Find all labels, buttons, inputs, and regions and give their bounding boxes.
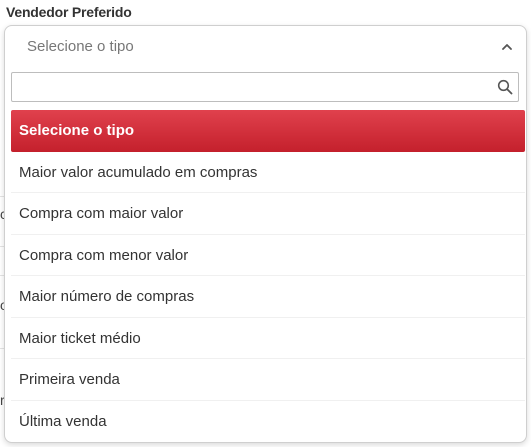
select-current-value: Selecione o tipo: [27, 38, 134, 55]
field-label: Vendedor Preferido: [6, 4, 132, 20]
search-input[interactable]: [12, 73, 492, 101]
search-icon[interactable]: [497, 79, 513, 95]
vendor-type-select[interactable]: Selecione o tipo Selecione o tipo Maior …: [4, 25, 527, 443]
option-maior-numero-compras[interactable]: Maior número de compras: [11, 276, 525, 318]
search-box: [11, 72, 519, 102]
option-ultima-venda[interactable]: Última venda: [11, 401, 525, 443]
chevron-up-icon[interactable]: [500, 40, 514, 54]
options-list: Selecione o tipo Maior valor acumulado e…: [11, 110, 525, 442]
option-primeira-venda[interactable]: Primeira venda: [11, 359, 525, 401]
option-maior-ticket-medio[interactable]: Maior ticket médio: [11, 318, 525, 359]
option-maior-valor-acumulado[interactable]: Maior valor acumulado em compras: [11, 152, 525, 193]
option-compra-maior-valor[interactable]: Compra com maior valor: [11, 193, 525, 235]
select-toggle[interactable]: Selecione o tipo: [5, 26, 526, 68]
option-selecione-o-tipo[interactable]: Selecione o tipo: [11, 110, 525, 152]
option-compra-menor-valor[interactable]: Compra com menor valor: [11, 235, 525, 276]
